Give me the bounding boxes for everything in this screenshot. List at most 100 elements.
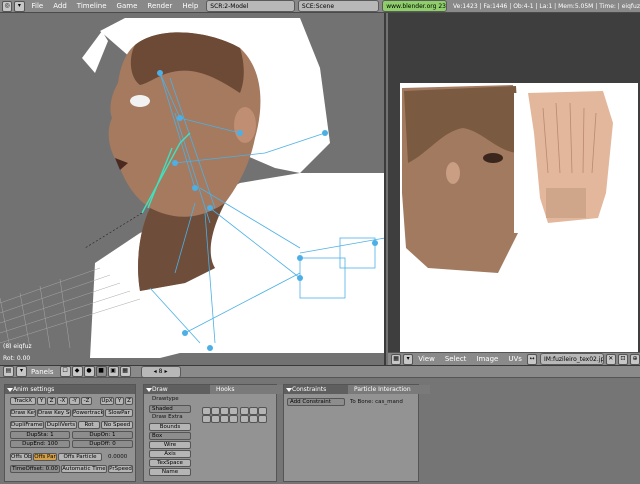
layer-button[interactable]: [240, 415, 249, 423]
uv-backdrop-shape: [82, 31, 108, 73]
uv-menu-uvs[interactable]: UVs: [503, 355, 527, 363]
dupoff-field[interactable]: DupOff: 0: [72, 440, 133, 448]
dupliverts-button[interactable]: DupliVerts: [45, 421, 77, 429]
image-name-field[interactable]: IM:fuzileiro_tex02.jpg: [540, 353, 604, 365]
tab-particle-interaction[interactable]: Particle Interaction: [348, 385, 430, 394]
axis-button[interactable]: Axis: [149, 450, 191, 458]
scene-selector[interactable]: SCE:Scene: [297, 0, 380, 12]
viewport-scene[interactable]: [0, 13, 386, 365]
offs-particle-button[interactable]: Offs Particle: [58, 453, 102, 461]
blender-logo-icon[interactable]: ◎: [2, 0, 13, 12]
layer-button[interactable]: [211, 415, 220, 423]
layer-button[interactable]: [211, 407, 220, 415]
no-speed-button[interactable]: No Speed: [101, 421, 133, 429]
layer-button[interactable]: [229, 407, 238, 415]
menu-render[interactable]: Render: [142, 2, 177, 10]
track-neg-y-button[interactable]: -Y: [69, 397, 80, 405]
object-icon[interactable]: ■: [95, 366, 107, 377]
timeoffset-field[interactable]: TimeOffset: 0.00: [10, 465, 60, 473]
track-neg-z-button[interactable]: -Z: [81, 397, 92, 405]
menu-help[interactable]: Help: [177, 2, 203, 10]
window-type-icon[interactable]: ▤: [3, 366, 14, 377]
zoom-icon[interactable]: ⊕: [629, 353, 640, 365]
powertrack-button[interactable]: Powertrack: [72, 409, 104, 417]
tab-draw[interactable]: Draw: [152, 386, 168, 393]
layer-button[interactable]: [202, 415, 211, 423]
close-icon[interactable]: ✕: [605, 353, 616, 365]
add-constraint-button[interactable]: Add Constraint: [287, 398, 345, 406]
chevron-down-icon[interactable]: ▾: [403, 353, 414, 365]
constraints-panel-title: Constraints Particle Interaction: [284, 385, 430, 394]
dupliframes-button[interactable]: DupliFrames: [10, 421, 44, 429]
uv-texture-image[interactable]: [388, 13, 640, 353]
bounds-button[interactable]: Bounds: [149, 423, 191, 431]
pin-icon[interactable]: ↔: [526, 353, 538, 365]
automatic-time-button[interactable]: Automatic Time: [61, 465, 107, 473]
chevron-down-icon[interactable]: ▾: [16, 366, 27, 377]
texture-seam: [514, 93, 521, 233]
script-icon[interactable]: ◆: [71, 366, 83, 377]
name-button[interactable]: Name: [149, 468, 191, 476]
editing-icon[interactable]: ▣: [107, 366, 119, 377]
tab-hooks[interactable]: Hooks: [210, 385, 288, 394]
frame-field[interactable]: ◂ 8 ▸: [140, 365, 181, 378]
menu-game[interactable]: Game: [112, 2, 143, 10]
dupend-field[interactable]: DupEnd: 100: [10, 440, 70, 448]
uv-menu-select[interactable]: Select: [440, 355, 472, 363]
box-select[interactable]: Box: [149, 432, 191, 440]
add-constraint-label: Add Constraint: [290, 399, 331, 405]
layer-button[interactable]: [258, 407, 267, 415]
trackx-button[interactable]: TrackX: [10, 397, 36, 405]
offs-ob-button[interactable]: Offs Ob: [10, 453, 32, 461]
rotation-readout: Rot: 0.00: [3, 355, 31, 362]
layer-button[interactable]: [202, 407, 211, 415]
anim-settings-title[interactable]: Anim settings: [5, 385, 135, 394]
dupon-field[interactable]: DupOn: 1: [72, 431, 133, 439]
layer-button[interactable]: [249, 407, 258, 415]
window-type-icon[interactable]: ▦: [391, 353, 402, 365]
uv-menu-image[interactable]: Image: [471, 355, 503, 363]
texspace-button[interactable]: TexSpace: [149, 459, 191, 467]
texture-eye: [483, 153, 503, 163]
shading-icon[interactable]: ●: [83, 366, 95, 377]
screen-name: SCR:2-Model: [210, 2, 249, 10]
layer-button[interactable]: [229, 415, 238, 423]
3d-viewport[interactable]: (8) eiqfuz Rot: 0.00: [0, 13, 386, 365]
uv-menu-view[interactable]: View: [413, 355, 440, 363]
layer-button[interactable]: [220, 415, 229, 423]
layer-button[interactable]: [249, 415, 258, 423]
logic-icon[interactable]: ☐: [59, 366, 71, 377]
layer-button[interactable]: [258, 415, 267, 423]
prspeed-button[interactable]: PrSpeed: [108, 465, 133, 473]
menu-add[interactable]: Add: [48, 2, 72, 10]
website-link[interactable]: www.blender.org 236: [382, 0, 448, 12]
layer-button[interactable]: [240, 407, 249, 415]
up-y-button[interactable]: Y: [115, 397, 124, 405]
layer-button[interactable]: [220, 407, 229, 415]
tab-constraints[interactable]: Constraints: [292, 386, 326, 393]
draw-key-sel-button[interactable]: Draw Key Sel: [37, 409, 71, 417]
drawtype-value: Shaded: [152, 406, 173, 412]
draw-key-button[interactable]: Draw Key: [10, 409, 36, 417]
screen-selector[interactable]: SCR:2-Model: [206, 0, 295, 12]
panels-menu[interactable]: Panels: [27, 368, 58, 376]
dupsta-field[interactable]: DupSta: 1: [10, 431, 70, 439]
track-z-button[interactable]: Z: [47, 397, 56, 405]
slowpar-button[interactable]: SlowPar: [105, 409, 133, 417]
rot-button[interactable]: Rot: [78, 421, 100, 429]
menu-timeline[interactable]: Timeline: [72, 2, 112, 10]
upx-button[interactable]: UpX: [100, 397, 114, 405]
wire-button[interactable]: Wire: [149, 441, 191, 449]
uv-backdrop-shape: [90, 173, 384, 358]
up-z-button[interactable]: Z: [125, 397, 133, 405]
window-type-icon[interactable]: ▾: [14, 0, 25, 12]
track-neg-x-button[interactable]: -X: [57, 397, 68, 405]
scene-name: SCE:Scene: [301, 2, 335, 10]
uv-image-editor[interactable]: [388, 13, 640, 365]
menu-file[interactable]: File: [27, 2, 49, 10]
track-y-button[interactable]: Y: [37, 397, 46, 405]
offs-par-button[interactable]: Offs Par: [33, 453, 57, 461]
lock-icon[interactable]: ⊡: [617, 353, 628, 365]
scene-icon[interactable]: ▦: [119, 366, 131, 377]
drawtype-select[interactable]: Shaded: [149, 405, 191, 413]
